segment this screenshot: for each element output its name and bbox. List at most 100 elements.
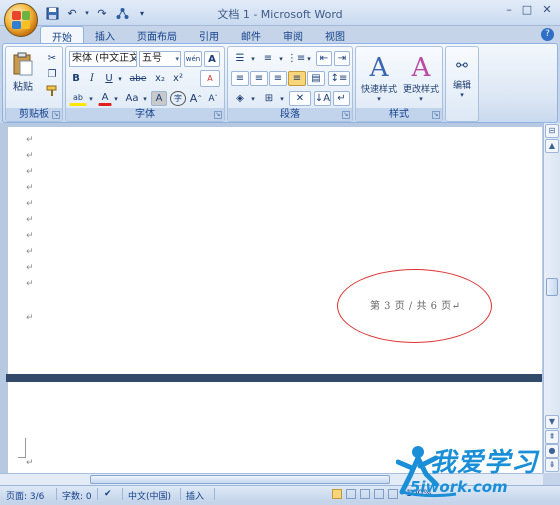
decrease-indent-icon[interactable]: ⇤	[316, 51, 332, 66]
styles-launcher[interactable]: ↘	[432, 111, 440, 119]
watermark-subtext: 5iwork.com	[410, 478, 508, 496]
paragraph-launcher[interactable]: ↘	[342, 111, 350, 119]
font-name-select[interactable]: 宋体 (中文正文) ▾	[69, 51, 137, 67]
font-launcher[interactable]: ↘	[214, 111, 222, 119]
multilevel-dropdown-icon[interactable]: ▾	[305, 51, 313, 66]
page-separator	[6, 374, 542, 382]
multilevel-list-icon[interactable]: ⋮≡	[287, 51, 305, 66]
language-status[interactable]: 中文(中国)	[128, 489, 171, 502]
tab-insert[interactable]: 插入	[84, 26, 126, 43]
tab-mailings[interactable]: 邮件	[230, 26, 272, 43]
divider	[97, 488, 98, 500]
shrink-font-button[interactable]: Aˇ	[205, 91, 221, 106]
align-right-icon[interactable]: ≡	[269, 71, 287, 86]
shading-dropdown-icon[interactable]: ▾	[249, 91, 257, 106]
office-button[interactable]	[4, 3, 38, 37]
numbering-dropdown-icon[interactable]: ▾	[277, 51, 285, 66]
format-painter-icon[interactable]	[44, 83, 60, 98]
web-layout-view-icon[interactable]	[360, 489, 370, 499]
justify-icon[interactable]: ≡	[288, 71, 306, 86]
borders-icon[interactable]: ⊞	[260, 91, 278, 106]
clipboard-launcher[interactable]: ↘	[52, 111, 60, 119]
highlight-button[interactable]: ab	[69, 91, 87, 106]
shading-icon[interactable]: ◈	[231, 91, 249, 106]
scroll-thumb[interactable]	[546, 278, 558, 296]
change-case-button[interactable]: Aa	[123, 91, 141, 106]
paragraph-mark: ↵	[26, 135, 34, 145]
word-count-status[interactable]: 字数: 0	[62, 489, 92, 502]
paragraph-mark: ↵	[26, 199, 34, 209]
outline-view-icon[interactable]	[374, 489, 384, 499]
tab-view[interactable]: 视图	[314, 26, 356, 43]
tab-review[interactable]: 审阅	[272, 26, 314, 43]
clear-formatting-button[interactable]: A	[200, 70, 220, 87]
change-case-dropdown-icon[interactable]: ▾	[141, 91, 149, 106]
font-color-button[interactable]: A	[98, 91, 112, 106]
ribbon-tabs: 开始 插入 页面布局 引用 邮件 审阅 视图	[40, 26, 356, 44]
insert-mode-status[interactable]: 插入	[186, 489, 204, 502]
tab-page-layout[interactable]: 页面布局	[126, 26, 188, 43]
font-color-dropdown-icon[interactable]: ▾	[112, 91, 120, 106]
change-styles-button[interactable]: A 更改样式 ▾	[400, 49, 442, 107]
distributed-icon[interactable]: ▤	[307, 71, 325, 86]
strikethrough-button[interactable]: abe	[128, 71, 148, 86]
close-button[interactable]: ✕	[538, 3, 556, 17]
title-bar: ↶ ▾ ↷ ▾ 文档 1 - Microsoft Word – □ ✕	[0, 0, 560, 26]
numbering-icon[interactable]: ≡	[259, 51, 277, 66]
tab-home[interactable]: 开始	[40, 26, 84, 44]
char-border-button[interactable]: A	[204, 51, 220, 67]
help-icon[interactable]: ?	[541, 28, 554, 41]
chevron-down-icon: ▾	[460, 90, 464, 99]
maximize-button[interactable]: □	[518, 3, 536, 17]
paragraph-mark: ↵	[26, 263, 34, 273]
sort-icon[interactable]: ↓A	[314, 91, 331, 106]
copy-icon[interactable]: ❐	[44, 67, 60, 82]
chinese-layout-icon[interactable]: ✕	[289, 91, 311, 106]
page-3[interactable]: ↵ ↵ ↵ ↵ ↵ ↵ ↵ ↵ ↵ ↵ ↵	[8, 127, 542, 374]
divider	[214, 488, 215, 500]
ruler-toggle-icon[interactable]: ⊟	[545, 124, 559, 138]
bullets-icon[interactable]: ☰	[231, 51, 249, 66]
scroll-up-icon[interactable]: ▲	[545, 139, 559, 153]
styles-group: A 快速样式 ▾ A 更改样式 ▾ 样式 ↘	[355, 46, 443, 122]
italic-button[interactable]: I	[85, 71, 99, 86]
line-spacing-icon[interactable]: ↕≡	[328, 71, 350, 86]
minimize-button[interactable]: –	[500, 3, 518, 17]
phonetic-guide-button[interactable]: wén	[184, 51, 202, 67]
show-marks-icon[interactable]: ↵	[333, 91, 350, 106]
underline-dropdown-icon[interactable]: ▾	[116, 71, 124, 86]
print-layout-view-icon[interactable]	[332, 489, 342, 499]
align-center-icon[interactable]: ≡	[250, 71, 268, 86]
font-size-value: 五号	[142, 53, 162, 64]
bullets-dropdown-icon[interactable]: ▾	[249, 51, 257, 66]
highlight-dropdown-icon[interactable]: ▾	[87, 91, 95, 106]
vertical-scrollbar[interactable]: ⊟ ▲ ▼ ⇞ ● ⇟	[543, 123, 560, 473]
enclose-chars-button[interactable]: 字	[170, 91, 186, 106]
subscript-button[interactable]: x₂	[152, 71, 168, 86]
clear-formatting-icon: A	[207, 74, 213, 83]
grow-font-button[interactable]: A ^	[188, 91, 204, 106]
char-shading-button[interactable]: A	[151, 91, 167, 106]
chevron-down-icon: ▾	[377, 94, 381, 103]
increase-indent-icon[interactable]: ⇥	[334, 51, 350, 66]
superscript-button[interactable]: x²	[170, 71, 186, 86]
cut-icon[interactable]: ✂	[44, 51, 60, 66]
font-size-select[interactable]: 五号 ▾	[139, 51, 181, 67]
font-name-value: 宋体 (中文正文)	[72, 53, 137, 64]
change-styles-label: 更改样式	[402, 84, 439, 95]
horizontal-scroll-thumb[interactable]	[90, 475, 390, 484]
paste-button[interactable]: 粘贴	[8, 49, 38, 95]
full-screen-view-icon[interactable]	[346, 489, 356, 499]
paragraph-mark: ↵	[26, 183, 34, 193]
align-left-icon[interactable]: ≡	[231, 71, 249, 86]
proofing-icon[interactable]: ✔	[104, 489, 112, 499]
bold-button[interactable]: B	[69, 71, 83, 86]
underline-button[interactable]: U	[102, 71, 116, 86]
editing-button[interactable]: ⚯ 编辑 ▾	[448, 49, 476, 107]
highlight-circle	[337, 269, 492, 343]
tab-references[interactable]: 引用	[188, 26, 230, 43]
quick-styles-button[interactable]: A 快速样式 ▾	[358, 49, 400, 107]
page-count-status[interactable]: 页面: 3/6	[6, 489, 44, 502]
scroll-down-icon[interactable]: ▼	[545, 415, 559, 429]
borders-dropdown-icon[interactable]: ▾	[278, 91, 286, 106]
